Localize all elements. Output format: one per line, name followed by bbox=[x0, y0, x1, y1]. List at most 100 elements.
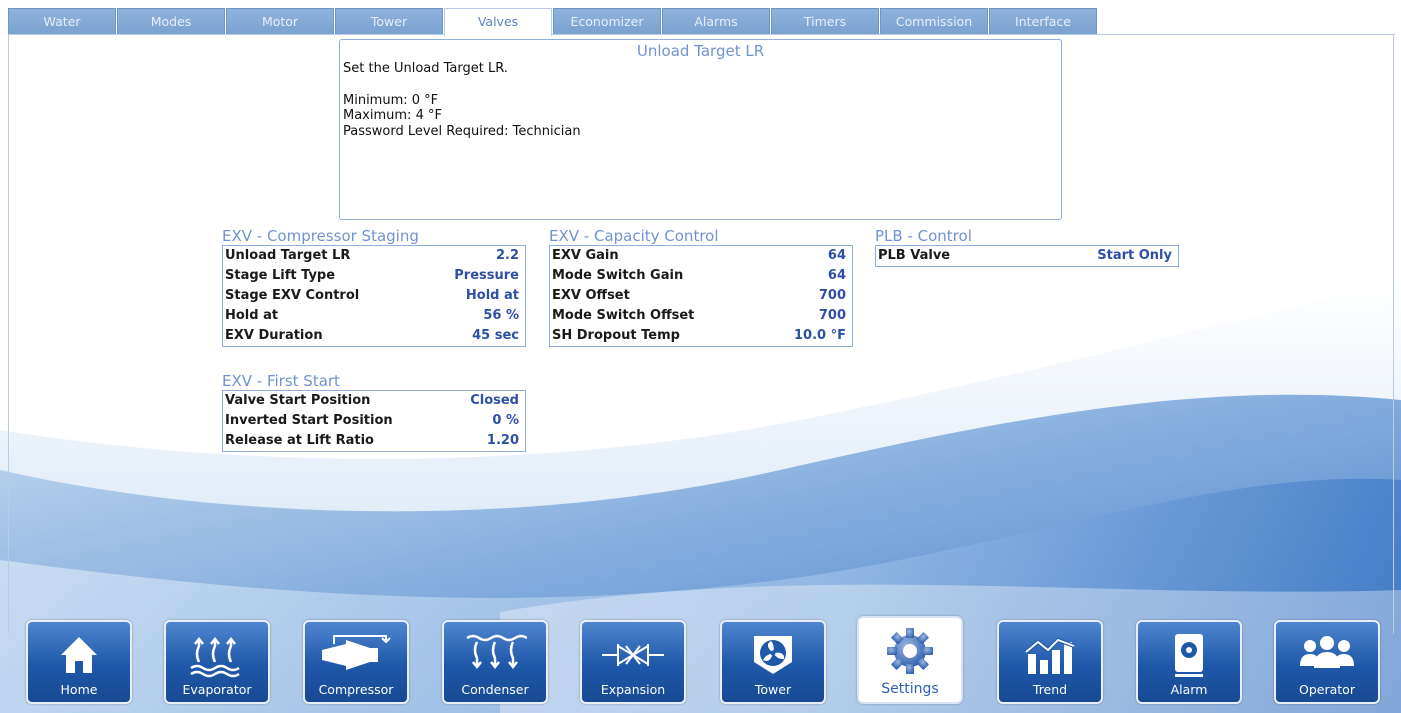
tab-commission[interactable]: Commission bbox=[880, 8, 988, 34]
alarm-icon bbox=[1138, 632, 1240, 678]
setting-value[interactable]: 1.20 bbox=[487, 431, 519, 451]
plb-control-panel: PLB - Control PLB Valve Start Only bbox=[875, 227, 1179, 267]
setting-label: Mode Switch Offset bbox=[552, 308, 695, 323]
compressor-staging-title: EXV - Compressor Staging bbox=[222, 227, 419, 245]
nav-button-label: Evaporator bbox=[182, 682, 252, 697]
expansion-valve-icon bbox=[582, 632, 684, 678]
nav-button-label: Trend bbox=[1032, 682, 1068, 697]
setting-row[interactable]: Mode Switch Gain 64 bbox=[550, 266, 852, 286]
setting-label: Valve Start Position bbox=[225, 393, 371, 408]
setting-row[interactable]: Unload Target LR 2.2 bbox=[223, 246, 525, 266]
tab-alarms[interactable]: Alarms bbox=[662, 8, 770, 34]
setting-label: Hold at bbox=[225, 308, 279, 323]
tab-bar: Water Modes Motor Tower Valves Economizer Alar… bbox=[8, 8, 1098, 36]
tab-modes[interactable]: Modes bbox=[117, 8, 225, 34]
setting-label: Release at Lift Ratio bbox=[225, 433, 374, 448]
trend-chart-icon bbox=[999, 632, 1101, 678]
nav-button-alarm[interactable]: Alarm bbox=[1136, 620, 1242, 704]
setting-label: SH Dropout Temp bbox=[552, 328, 680, 343]
setting-value[interactable]: Hold at bbox=[466, 286, 519, 306]
capacity-control-table: EXV Gain 64 Mode Switch Gain 64 EXV Offset 70… bbox=[549, 245, 853, 347]
setting-row[interactable]: Hold at 56 % bbox=[223, 306, 525, 326]
nav-button-label: Compressor bbox=[318, 682, 394, 697]
help-description: Set the Unload Target LR. bbox=[343, 61, 508, 76]
help-title: Unload Target LR bbox=[636, 42, 765, 60]
setting-label: Mode Switch Gain bbox=[552, 268, 684, 283]
setting-value[interactable]: 700 bbox=[819, 306, 846, 326]
nav-button-label: Condenser bbox=[461, 682, 529, 697]
nav-button-compressor[interactable]: Compressor bbox=[303, 620, 409, 704]
condenser-icon bbox=[444, 632, 546, 678]
setting-label: Unload Target LR bbox=[225, 248, 351, 263]
compressor-staging-panel: EXV - Compressor Staging Unload Target L… bbox=[222, 227, 526, 347]
help-maximum: Maximum: 4 °F bbox=[343, 108, 442, 123]
nav-button-operator[interactable]: Operator bbox=[1274, 620, 1380, 704]
tab-economizer[interactable]: Economizer bbox=[553, 8, 661, 34]
setting-value[interactable]: 64 bbox=[828, 246, 846, 266]
setting-value[interactable]: 2.2 bbox=[496, 246, 519, 266]
setting-value[interactable]: 10.0 °F bbox=[794, 326, 846, 346]
setting-label: Inverted Start Position bbox=[225, 413, 393, 428]
nav-button-label: Alarm bbox=[1170, 682, 1208, 697]
setting-label: PLB Valve bbox=[878, 248, 951, 263]
setting-value[interactable]: 0 % bbox=[492, 411, 519, 431]
evaporator-icon bbox=[166, 632, 268, 678]
setting-value[interactable]: Closed bbox=[470, 391, 519, 411]
capacity-control-panel: EXV - Capacity Control EXV Gain 64 Mode Sw… bbox=[549, 227, 853, 347]
setting-row[interactable]: EXV Duration 45 sec bbox=[223, 326, 525, 346]
nav-button-label: Expansion bbox=[600, 682, 666, 697]
setting-row[interactable]: Stage Lift Type Pressure bbox=[223, 266, 525, 286]
fan-icon bbox=[722, 632, 824, 678]
tab-interface[interactable]: Interface bbox=[989, 8, 1097, 34]
setting-label: Stage EXV Control bbox=[225, 288, 360, 303]
nav-button-expansion[interactable]: Expansion bbox=[580, 620, 686, 704]
plb-control-table: PLB Valve Start Only bbox=[875, 245, 1179, 267]
setting-row[interactable]: Valve Start Position Closed bbox=[223, 391, 525, 411]
first-start-table: Valve Start Position Closed Inverted Start… bbox=[222, 390, 526, 452]
setting-label: EXV Gain bbox=[552, 248, 619, 263]
nav-button-settings[interactable]: Settings bbox=[857, 616, 963, 704]
tab-valves[interactable]: Valves bbox=[444, 8, 552, 36]
nav-button-home[interactable]: Home bbox=[26, 620, 132, 704]
gear-icon bbox=[859, 628, 961, 674]
nav-button-label: Tower bbox=[754, 682, 792, 697]
setting-row[interactable]: EXV Offset 700 bbox=[550, 286, 852, 306]
tab-timers[interactable]: Timers bbox=[771, 8, 879, 34]
nav-button-trend[interactable]: Trend bbox=[997, 620, 1103, 704]
nav-button-label: Settings bbox=[881, 681, 939, 697]
setting-row[interactable]: Mode Switch Offset 700 bbox=[550, 306, 852, 326]
tab-motor[interactable]: Motor bbox=[226, 8, 334, 34]
setting-value[interactable]: Pressure bbox=[454, 266, 519, 286]
compressor-staging-table: Unload Target LR 2.2 Stage Lift Type Pressu… bbox=[222, 245, 526, 347]
nav-button-label: Operator bbox=[1299, 682, 1355, 697]
nav-button-condenser[interactable]: Condenser bbox=[442, 620, 548, 704]
bottom-navigation: Home Evaporator Compressor Condenser Expansi… bbox=[0, 612, 1401, 713]
nav-button-tower[interactable]: Tower bbox=[720, 620, 826, 704]
setting-row[interactable]: EXV Gain 64 bbox=[550, 246, 852, 266]
help-password-level: Password Level Required: Technician bbox=[343, 123, 581, 139]
setting-row[interactable]: Inverted Start Position 0 % bbox=[223, 411, 525, 431]
capacity-control-title: EXV - Capacity Control bbox=[549, 227, 719, 245]
users-icon bbox=[1276, 632, 1378, 678]
setting-label: Stage Lift Type bbox=[225, 268, 336, 283]
setting-label: EXV Offset bbox=[552, 288, 630, 303]
setting-value[interactable]: 56 % bbox=[483, 306, 519, 326]
help-minimum: Minimum: 0 °F bbox=[343, 92, 439, 108]
setting-row[interactable]: Release at Lift Ratio 1.20 bbox=[223, 431, 525, 451]
setting-row[interactable]: Stage EXV Control Hold at bbox=[223, 286, 525, 306]
nav-button-label: Home bbox=[60, 682, 98, 697]
setting-row[interactable]: SH Dropout Temp 10.0 °F bbox=[550, 326, 852, 346]
nav-button-evaporator[interactable]: Evaporator bbox=[164, 620, 270, 704]
setting-value[interactable]: 45 sec bbox=[472, 326, 519, 346]
tab-water[interactable]: Water bbox=[8, 8, 116, 34]
first-start-title: EXV - First Start bbox=[222, 372, 340, 390]
setting-value[interactable]: 700 bbox=[819, 286, 846, 306]
tab-tower[interactable]: Tower bbox=[335, 8, 443, 34]
setting-row[interactable]: PLB Valve Start Only bbox=[876, 246, 1178, 266]
home-icon bbox=[28, 632, 130, 678]
plb-control-title: PLB - Control bbox=[875, 227, 972, 245]
setting-value[interactable]: 64 bbox=[828, 266, 846, 286]
setting-value[interactable]: Start Only bbox=[1097, 246, 1172, 266]
first-start-panel: EXV - First Start Valve Start Position Cl… bbox=[222, 372, 526, 452]
compressor-icon bbox=[305, 632, 407, 678]
